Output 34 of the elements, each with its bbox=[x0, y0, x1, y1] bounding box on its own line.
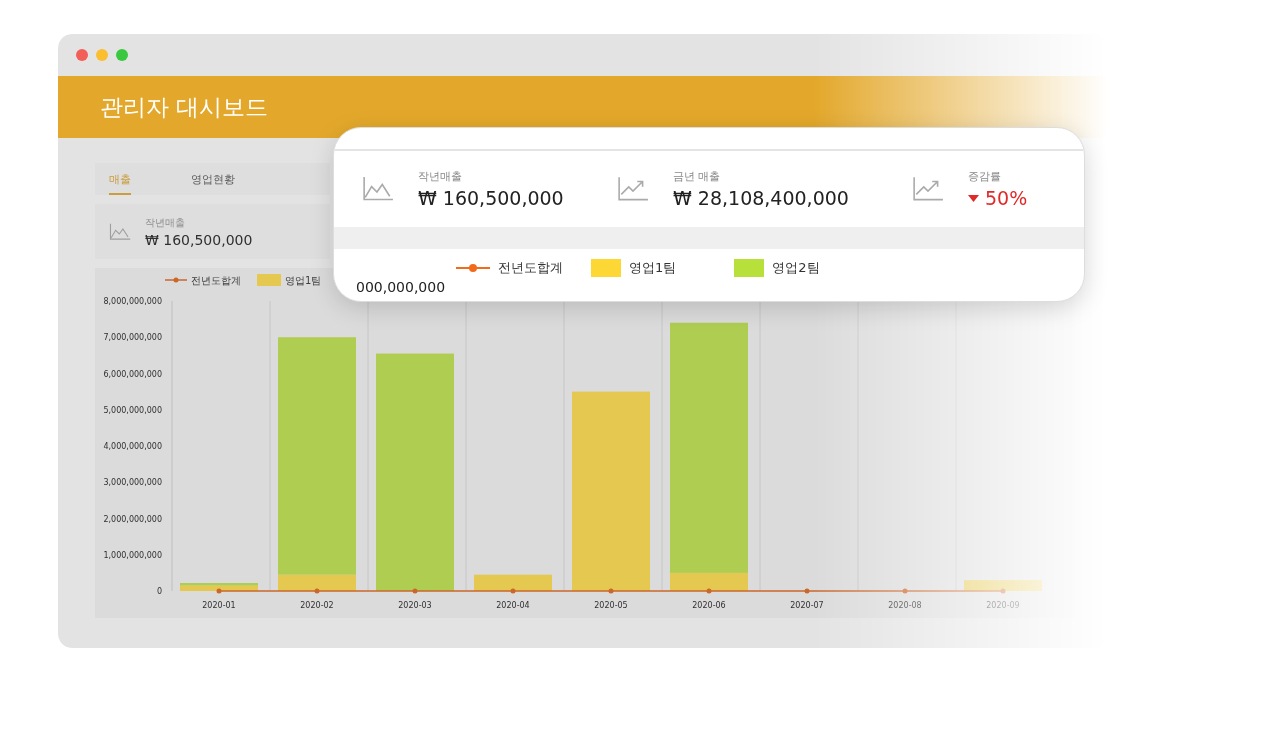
legend-label: 영업2팀 bbox=[772, 259, 820, 277]
legend-label: 영업1팀 bbox=[285, 275, 322, 286]
legend-label: 전년도합계 bbox=[191, 275, 241, 286]
stat-label: 금년 매출 bbox=[673, 169, 722, 184]
y-axis-label: 8,000,000,000 bbox=[103, 297, 162, 306]
y-axis-label: 6,000,000,000 bbox=[103, 369, 162, 379]
legend-label: 전년도합계 bbox=[498, 259, 563, 277]
y-axis-label: 1,000,000,000 bbox=[103, 550, 162, 560]
y-axis-label: 0 bbox=[156, 587, 162, 596]
dashboard-title: 관리자 대시보드 bbox=[100, 92, 269, 122]
y-axis-label: 5,000,000,000 bbox=[103, 405, 162, 415]
y-axis-label: 3,000,000,000 bbox=[103, 478, 162, 488]
stat-value: ₩ 160,500,000 bbox=[418, 187, 564, 209]
stat-value: 50% bbox=[985, 187, 1028, 209]
legend-label: 영업1팀 bbox=[629, 259, 677, 277]
x-axis-label: 2020-03 bbox=[398, 601, 432, 610]
stat-label: 작년매출 bbox=[145, 215, 186, 230]
y-axis-label: 2,000,000,000 bbox=[103, 514, 162, 524]
x-axis-label: 2020-06 bbox=[692, 601, 726, 610]
stat-value: ₩ 160,500,000 bbox=[145, 231, 253, 248]
stat-label: 작년매출 bbox=[418, 169, 463, 184]
stat-value: ₩ 28,108,400,000 bbox=[673, 187, 849, 209]
x-axis-label: 2020-05 bbox=[594, 601, 628, 610]
y-axis-label: 7,000,000,000 bbox=[103, 333, 162, 343]
tab[interactable]: 영업현황 bbox=[191, 172, 235, 195]
y-axis-label: 000,000,000 bbox=[355, 279, 447, 295]
x-axis-label: 2020-08 bbox=[888, 601, 922, 610]
x-axis-label: 2020-04 bbox=[496, 601, 530, 610]
x-axis-label: 2020-09 bbox=[986, 601, 1020, 610]
x-axis-label: 2020-02 bbox=[300, 601, 334, 610]
stat-label: 증감률 bbox=[968, 169, 1002, 184]
x-axis-label: 2020-01 bbox=[202, 601, 236, 610]
y-axis-label: 4,000,000,000 bbox=[103, 442, 162, 451]
x-axis-label: 2020-07 bbox=[790, 601, 824, 610]
